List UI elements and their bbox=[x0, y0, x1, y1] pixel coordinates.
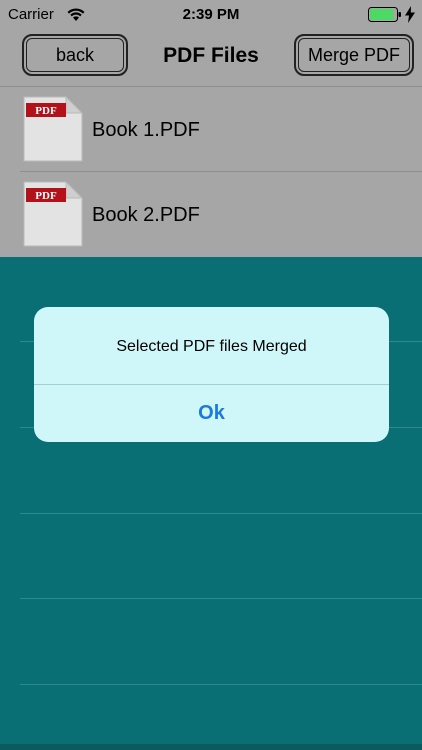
bottom-edge bbox=[0, 744, 422, 750]
file-row[interactable]: PDF Book 2.PDF bbox=[0, 172, 422, 257]
pdf-badge-text: PDF bbox=[35, 105, 57, 117]
pdf-file-icon: PDF bbox=[23, 180, 84, 247]
row-divider bbox=[20, 513, 422, 514]
navigation-bar: back PDF Files Merge PDF bbox=[0, 30, 422, 87]
row-divider bbox=[20, 684, 422, 685]
alert-dialog: Selected PDF files Merged Ok bbox=[34, 307, 389, 442]
pdf-file-icon: PDF bbox=[23, 95, 84, 162]
row-divider bbox=[20, 598, 422, 599]
pdf-badge-text: PDF bbox=[35, 190, 57, 202]
alert-message: Selected PDF files Merged bbox=[116, 338, 307, 355]
back-button[interactable]: back bbox=[22, 34, 128, 76]
merge-pdf-button[interactable]: Merge PDF bbox=[294, 34, 414, 76]
file-row[interactable]: PDF Book 1.PDF bbox=[0, 87, 422, 172]
status-time: 2:39 PM bbox=[182, 6, 240, 23]
file-name: Book 2.PDF bbox=[92, 204, 200, 226]
status-bar: Carrier 2:39 PM bbox=[0, 0, 422, 30]
charging-bolt-icon bbox=[405, 6, 415, 23]
ok-button[interactable]: Ok bbox=[34, 385, 389, 442]
file-list: PDF Book 1.PDF PDF Book 2.PDF bbox=[0, 87, 422, 257]
battery-icon bbox=[368, 7, 401, 22]
file-name: Book 1.PDF bbox=[92, 119, 200, 141]
